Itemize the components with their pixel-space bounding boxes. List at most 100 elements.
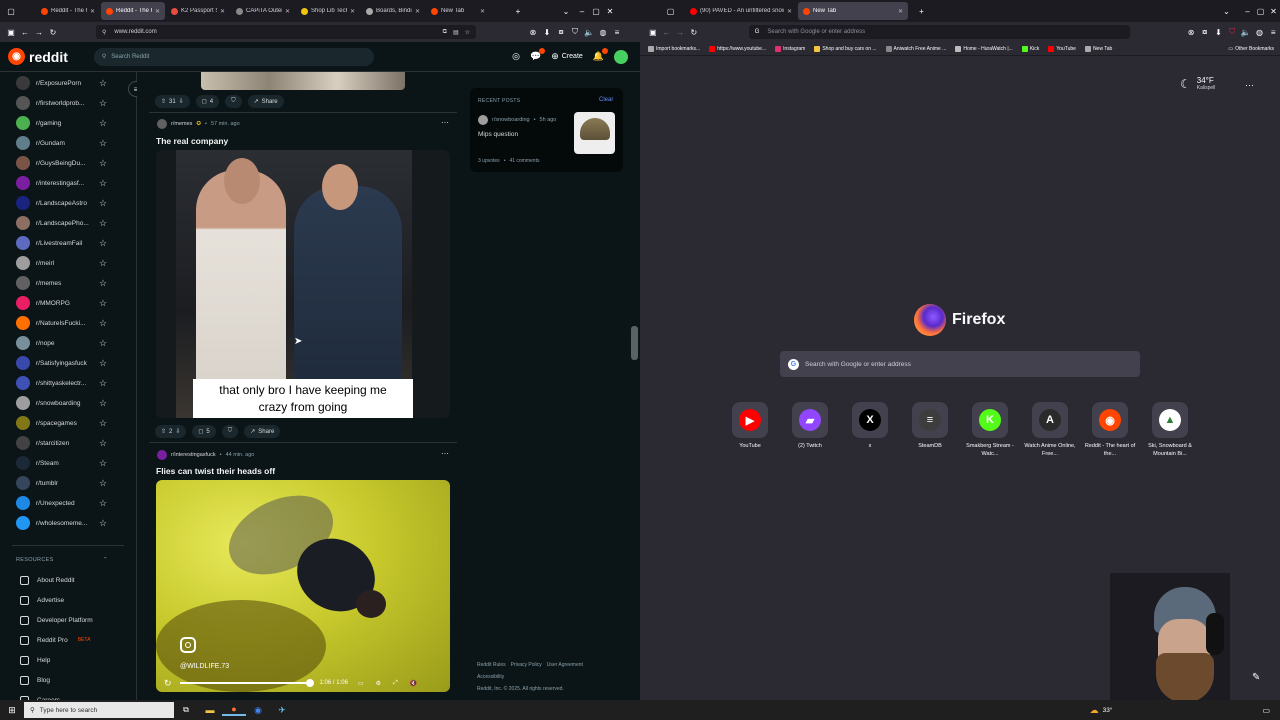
new-tab-icon[interactable]: + bbox=[511, 7, 525, 16]
minimize-icon[interactable]: – bbox=[575, 7, 589, 16]
sidebar-icon[interactable]: ▣ bbox=[646, 28, 660, 37]
video-scrubber-handle[interactable] bbox=[305, 679, 314, 687]
settings-icon[interactable]: ⚙ bbox=[376, 680, 381, 687]
weather-widget[interactable]: ☾ 34°F Kalispell bbox=[1180, 76, 1215, 91]
avatar[interactable] bbox=[614, 49, 628, 64]
footer-accessibility[interactable]: Accessibility bbox=[477, 671, 627, 683]
notification-center-icon[interactable]: ▭ bbox=[1262, 706, 1270, 715]
footer-link[interactable]: Privacy Policy bbox=[511, 659, 542, 671]
browser-tab[interactable]: CAPiTA Outerspac✕ bbox=[231, 2, 295, 20]
maximize-icon[interactable]: ▢ bbox=[589, 7, 603, 16]
close-tab-icon[interactable]: ✕ bbox=[480, 8, 485, 15]
sidebar-community-item[interactable]: r/tumblr ☆ bbox=[0, 473, 136, 493]
sidebar-community-item[interactable]: r/memes ☆ bbox=[0, 273, 136, 293]
page-scrollbar[interactable] bbox=[630, 72, 640, 700]
share-button[interactable]: ↗ Share bbox=[244, 425, 281, 438]
browser-tab[interactable]: Reddit - The hea✕ bbox=[36, 2, 100, 20]
close-tab-icon[interactable]: ✕ bbox=[898, 8, 903, 15]
extension-icon[interactable]: ⊗ bbox=[1184, 28, 1198, 37]
bookmark-item[interactable]: Instagram bbox=[775, 45, 805, 52]
favorite-star-icon[interactable]: ☆ bbox=[99, 138, 107, 149]
sidebar-community-item[interactable]: r/interestingasf... ☆ bbox=[0, 173, 136, 193]
comments-button[interactable]: ◻ 4 bbox=[195, 95, 220, 108]
top-site-tile[interactable]: A Watch Anime Online, Free... bbox=[1022, 402, 1078, 458]
reload-icon[interactable]: ↻ bbox=[46, 28, 60, 37]
post-image[interactable]: that only bro I have keeping me crazy fr… bbox=[156, 150, 450, 418]
sidebar-community-item[interactable]: r/Steam ☆ bbox=[0, 453, 136, 473]
recent-subreddit[interactable]: r/snowboarding bbox=[492, 117, 530, 123]
audio-icon[interactable]: 🔈 bbox=[582, 28, 596, 37]
top-site-tile[interactable]: ▶ YouTube bbox=[722, 402, 778, 458]
close-window-icon[interactable]: ✕ bbox=[603, 7, 617, 16]
bookmark-item[interactable]: https://www.youtube... bbox=[709, 45, 766, 52]
replay-icon[interactable]: ↻ bbox=[164, 678, 172, 689]
close-tab-icon[interactable]: ✕ bbox=[350, 8, 355, 15]
edit-pencil-icon[interactable]: ✎ bbox=[1252, 672, 1260, 683]
resource-link[interactable]: Careers bbox=[0, 690, 136, 700]
sidebar-community-item[interactable]: r/firstworldprob... ☆ bbox=[0, 93, 136, 113]
top-site-tile[interactable]: Xx bbox=[842, 402, 898, 458]
favorite-star-icon[interactable]: ☆ bbox=[99, 438, 107, 449]
site-info-icon[interactable]: ⚲ bbox=[102, 29, 106, 36]
award-button[interactable]: ⛉ bbox=[221, 425, 239, 438]
close-window-icon[interactable]: ✕ bbox=[1267, 7, 1280, 16]
puzzle-icon[interactable]: ⧇ bbox=[1198, 27, 1212, 37]
browser-tab[interactable]: Shop Lib Tech M✕ bbox=[296, 2, 360, 20]
close-tab-icon[interactable]: ✕ bbox=[90, 8, 95, 15]
create-button[interactable]: ⊕ Create bbox=[551, 51, 583, 62]
downvote-icon[interactable]: ⇩ bbox=[179, 98, 184, 105]
subreddit-avatar[interactable] bbox=[478, 115, 488, 125]
top-site-tile[interactable]: ▲ Ski, Snowboard & Mountain Bi... bbox=[1142, 402, 1198, 458]
browser-tab[interactable]: Boards, Bindings✕ bbox=[361, 2, 425, 20]
sidebar-community-item[interactable]: r/LivestreamFail ☆ bbox=[0, 233, 136, 253]
reddit-search-input[interactable]: ⚲ Search Reddit bbox=[93, 47, 374, 66]
favorite-star-icon[interactable]: ☆ bbox=[99, 498, 107, 509]
sidebar-community-item[interactable]: r/spacegames ☆ bbox=[0, 413, 136, 433]
favorite-star-icon[interactable]: ☆ bbox=[99, 398, 107, 409]
ntp-search-input[interactable]: G Search with Google or enter address bbox=[780, 351, 1140, 377]
sidebar-community-item[interactable]: r/starcitizen ☆ bbox=[0, 433, 136, 453]
sidebar-community-item[interactable]: r/snowboarding ☆ bbox=[0, 393, 136, 413]
post-options-icon[interactable]: ⋯ bbox=[441, 449, 449, 458]
other-bookmarks[interactable]: ▭ Other Bookmarks bbox=[1228, 46, 1274, 52]
recent-post-title[interactable]: Mips question bbox=[478, 131, 518, 138]
sidebar-icon[interactable]: ▣ bbox=[4, 28, 18, 37]
recent-post-thumbnail[interactable] bbox=[574, 112, 615, 154]
reddit-logo[interactable]: ◉ reddit bbox=[8, 48, 68, 65]
favorite-star-icon[interactable]: ☆ bbox=[99, 218, 107, 229]
post-options-icon[interactable]: ⋯ bbox=[441, 118, 449, 127]
favorite-star-icon[interactable]: ☆ bbox=[99, 298, 107, 309]
subreddit-avatar[interactable] bbox=[157, 119, 167, 129]
chat-icon[interactable]: 💬 bbox=[530, 48, 546, 62]
close-tab-icon[interactable]: ✕ bbox=[220, 8, 225, 15]
close-tab-icon[interactable]: ✕ bbox=[787, 8, 792, 15]
download-icon[interactable]: ⬇ bbox=[1212, 28, 1226, 37]
previous-post-image[interactable] bbox=[201, 72, 405, 90]
new-tab-icon[interactable]: + bbox=[915, 7, 928, 16]
right-url-bar[interactable]: G Search with Google or enter address bbox=[748, 25, 1131, 39]
ads-icon[interactable]: ◎ bbox=[512, 51, 520, 62]
fullscreen-icon[interactable]: ⤢ bbox=[393, 680, 398, 687]
bookmark-item[interactable]: Import bookmarks... bbox=[648, 45, 700, 52]
screenshot-icon[interactable]: ⧉ bbox=[443, 29, 447, 36]
favorite-star-icon[interactable]: ☆ bbox=[99, 478, 107, 489]
extension-icon[interactable]: ⊗ bbox=[526, 28, 540, 37]
favorite-star-icon[interactable]: ☆ bbox=[99, 458, 107, 469]
favorite-star-icon[interactable]: ☆ bbox=[99, 158, 107, 169]
favorite-star-icon[interactable]: ☆ bbox=[99, 318, 107, 329]
upvote-icon[interactable]: ⇧ bbox=[161, 428, 166, 435]
maximize-icon[interactable]: ▢ bbox=[1254, 7, 1267, 16]
post-video[interactable]: @WILDLIFE.73 ↻ 1:06 / 1:06 ▭ ⚙ ⤢ 🔇 bbox=[156, 480, 450, 692]
bookmark-item[interactable]: Aniwatch Free Anime ... bbox=[885, 45, 946, 52]
footer-link[interactable]: User Agreement bbox=[547, 659, 583, 671]
weather-options-icon[interactable]: ⋯ bbox=[1245, 80, 1254, 91]
resource-link[interactable]: Reddit Pro BETA bbox=[0, 630, 136, 650]
browser-tab[interactable]: (90) PAVED - An unfiltered snow ✕ bbox=[685, 2, 797, 20]
windows-start-icon[interactable]: ⊞ bbox=[0, 705, 24, 716]
close-tab-icon[interactable]: ✕ bbox=[415, 8, 420, 15]
task-view-icon[interactable]: ⧉ bbox=[174, 705, 198, 715]
sidebar-community-item[interactable]: r/MMORPG ☆ bbox=[0, 293, 136, 313]
comments-button[interactable]: ◻ 5 bbox=[192, 425, 216, 438]
sidebar-community-item[interactable]: r/meirl ☆ bbox=[0, 253, 136, 273]
browser-tab[interactable]: Reddit - The h ✕ bbox=[101, 2, 165, 20]
